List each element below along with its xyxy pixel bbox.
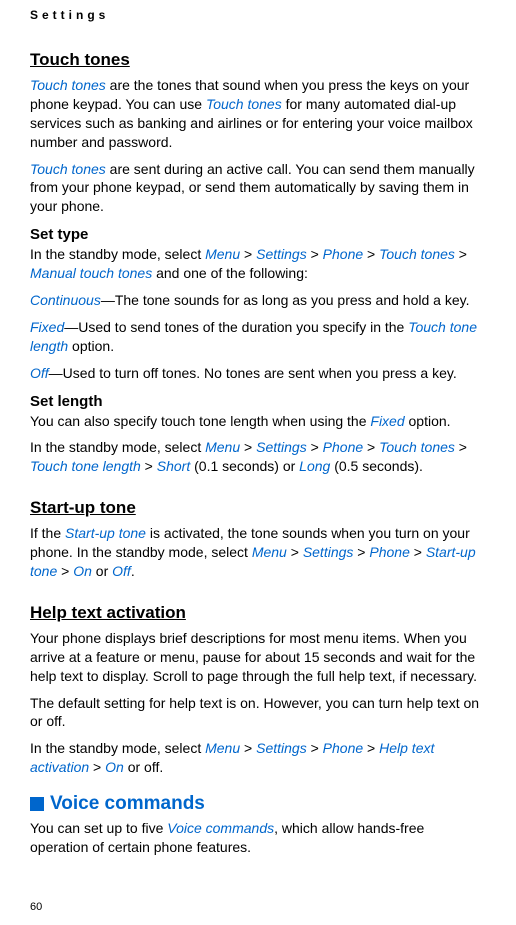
startup-tone-term: Start-up tone (65, 525, 146, 541)
page-header-title: Settings (30, 0, 486, 50)
touch-tones-heading: Touch tones (30, 50, 486, 70)
on-link: On (73, 563, 92, 579)
text: or off. (124, 759, 163, 775)
set-type-heading: Set type (30, 226, 486, 243)
text: > (141, 458, 157, 474)
phone-link: Phone (323, 740, 363, 756)
text: > (363, 439, 379, 455)
touch-tones-link: Touch tones (379, 439, 455, 455)
touch-tones-term: Touch tones (30, 77, 106, 93)
menu-link: Menu (205, 246, 240, 262)
menu-link: Menu (205, 439, 240, 455)
set-length-heading: Set length (30, 393, 486, 410)
text: > (287, 544, 303, 560)
touch-tones-sent: Touch tones are sent during an active ca… (30, 160, 486, 217)
help-text-standby: In the standby mode, select Menu > Setti… (30, 739, 486, 777)
fixed-term: Fixed (30, 319, 64, 335)
startup-tone-heading: Start-up tone (30, 498, 486, 518)
text: > (353, 544, 369, 560)
startup-tone-para: If the Start-up tone is activated, the t… (30, 524, 486, 581)
text: > (240, 439, 256, 455)
text: —Used to turn off tones. No tones are se… (49, 365, 457, 381)
text: > (455, 439, 467, 455)
text: > (57, 563, 73, 579)
text: (0.5 seconds). (330, 458, 423, 474)
touch-tones-link: Touch tones (379, 246, 455, 262)
fixed-option: Fixed—Used to send tones of the duration… (30, 318, 486, 356)
off-option: Off—Used to turn off tones. No tones are… (30, 364, 486, 383)
help-text-para1: Your phone displays brief descriptions f… (30, 629, 486, 686)
voice-commands-heading: Voice commands (30, 793, 486, 815)
phone-link: Phone (323, 246, 363, 262)
on-link: On (105, 759, 124, 775)
text: and one of the following: (152, 265, 308, 281)
voice-commands-title: Voice commands (50, 793, 205, 815)
text: option. (68, 338, 114, 354)
settings-link: Settings (256, 439, 307, 455)
text: > (363, 740, 379, 756)
off-link: Off (112, 563, 131, 579)
set-type-intro: In the standby mode, select Menu > Setti… (30, 245, 486, 283)
text: > (307, 246, 323, 262)
menu-link: Menu (252, 544, 287, 560)
text: option. (405, 413, 451, 429)
voice-commands-term: Voice commands (167, 820, 274, 836)
menu-link: Menu (205, 740, 240, 756)
fixed-term: Fixed (370, 413, 404, 429)
text: (0.1 seconds) or (190, 458, 299, 474)
set-length-standby: In the standby mode, select Menu > Setti… (30, 438, 486, 476)
short-link: Short (157, 458, 190, 474)
long-link: Long (299, 458, 330, 474)
text: You can also specify touch tone length w… (30, 413, 370, 429)
text: In the standby mode, select (30, 439, 205, 455)
text: > (363, 246, 379, 262)
touch-tones-term: Touch tones (206, 96, 282, 112)
text: . (131, 563, 135, 579)
text: In the standby mode, select (30, 740, 205, 756)
text: > (89, 759, 105, 775)
voice-commands-para: You can set up to five Voice commands, w… (30, 819, 486, 857)
settings-link: Settings (256, 246, 307, 262)
settings-link: Settings (303, 544, 354, 560)
phone-link: Phone (369, 544, 409, 560)
text: > (410, 544, 426, 560)
blue-square-icon (30, 797, 44, 811)
text: In the standby mode, select (30, 246, 205, 262)
text: > (307, 439, 323, 455)
touch-tone-length-link: Touch tone length (30, 458, 141, 474)
help-text-heading: Help text activation (30, 603, 486, 623)
phone-link: Phone (323, 439, 363, 455)
touch-tones-intro: Touch tones are the tones that sound whe… (30, 76, 486, 152)
page-number: 60 (30, 901, 42, 913)
text: > (307, 740, 323, 756)
text: —Used to send tones of the duration you … (64, 319, 408, 335)
text: or (92, 563, 112, 579)
text: —The tone sounds for as long as you pres… (101, 292, 470, 308)
help-text-para2: The default setting for help text is on.… (30, 694, 486, 732)
text: You can set up to five (30, 820, 167, 836)
text: > (240, 246, 256, 262)
text: > (455, 246, 467, 262)
off-term: Off (30, 365, 49, 381)
manual-touch-tones-link: Manual touch tones (30, 265, 152, 281)
touch-tones-term: Touch tones (30, 161, 106, 177)
continuous-term: Continuous (30, 292, 101, 308)
text: > (240, 740, 256, 756)
continuous-option: Continuous—The tone sounds for as long a… (30, 291, 486, 310)
settings-link: Settings (256, 740, 307, 756)
text: If the (30, 525, 65, 541)
set-length-intro: You can also specify touch tone length w… (30, 412, 486, 431)
